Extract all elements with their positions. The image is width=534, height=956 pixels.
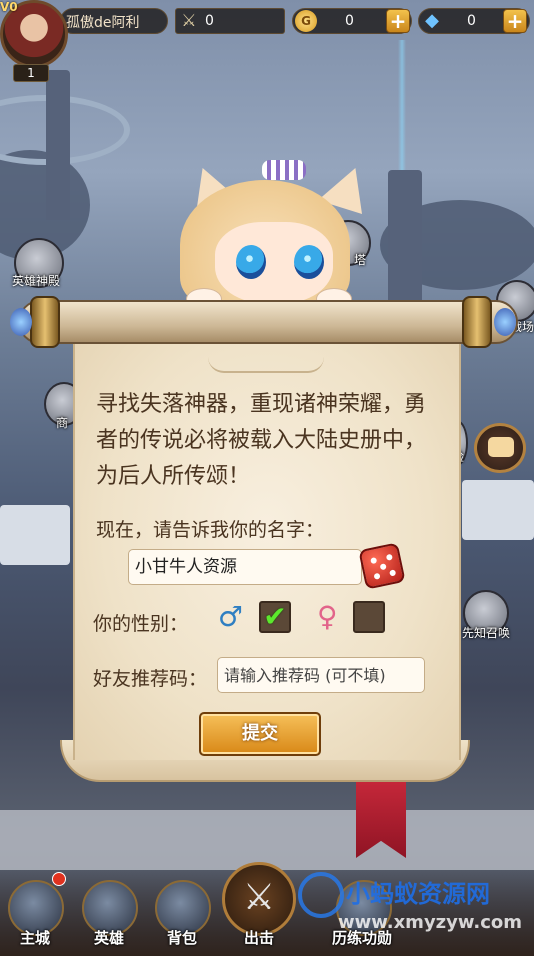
gem-value: 0 (467, 13, 476, 29)
chat-bubble-icon (488, 437, 514, 457)
male-checkbox[interactable]: ✔ (259, 601, 291, 633)
scroll-ornament (208, 357, 324, 373)
add-gems-button[interactable]: + (503, 9, 527, 33)
player-name: 孤傲de阿利 (66, 15, 140, 31)
vip-badge: V0 (0, 0, 18, 14)
scroll-rod-cap-right (462, 296, 492, 348)
hero-temple-label: 英雄神殿 (12, 274, 61, 288)
scroll-top-rod (18, 300, 518, 344)
mascot-left-eye (236, 245, 266, 279)
top-hud: 孤傲de阿利 ⚔ 0 G 0 + ◆ 0 + (0, 0, 534, 44)
tower-label: 塔 (354, 253, 367, 267)
crossed-swords-icon: ⚔ (181, 11, 197, 31)
scroll-rod-gem-left (10, 308, 32, 336)
female-icon: ♀ (317, 600, 338, 633)
mascot-bow (262, 160, 306, 180)
scroll-rod-gem-right (494, 308, 516, 336)
referral-code-input[interactable] (217, 657, 425, 693)
watermark-url: www.xmyzyw.com (338, 912, 522, 933)
random-name-dice-icon[interactable] (358, 542, 406, 590)
gender-label: 你的性别： (93, 613, 189, 635)
watermark: 小蚂蚁资源网 www.xmyzyw.com (298, 868, 534, 938)
bg-roof (462, 480, 534, 540)
referral-label: 好友推荐码： (93, 668, 208, 690)
attack-button[interactable]: ⚔ (222, 862, 296, 936)
watermark-title: 小蚂蚁资源网 (346, 880, 490, 908)
attack-label: 出击 (244, 929, 275, 947)
backpack-label: 背包 (167, 929, 198, 947)
power-value: 0 (205, 13, 214, 29)
add-gold-button[interactable]: + (386, 9, 410, 33)
female-checkbox[interactable] (353, 601, 385, 633)
diamond-icon: ◆ (425, 10, 439, 31)
player-level: 1 (13, 64, 49, 82)
shop-label: 商 (56, 416, 69, 430)
story-text: 寻找失落神器，重现诸神荣耀，勇者的传说必将被载入大陆史册中，为后人所传颂！ (96, 392, 427, 489)
bg-tower (46, 70, 70, 220)
main-city-label: 主城 (20, 929, 51, 947)
prophet-summon-label: 先知召唤 (462, 626, 511, 640)
mascot-right-eye (294, 245, 324, 279)
game-screen: 孤傲de阿利 ⚔ 0 G 0 + ◆ 0 + V0 1 英雄神殿 塔 商 殿战场… (0, 0, 534, 956)
heroes-label: 英雄 (94, 929, 125, 947)
notification-dot (52, 872, 66, 886)
submit-button[interactable]: 提交 (199, 712, 321, 756)
name-prompt: 现在，请告诉我你的名字： (96, 519, 325, 541)
gold-value: 0 (345, 13, 354, 29)
bg-castle-wall (0, 810, 534, 870)
scroll-rod-cap-left (30, 296, 60, 348)
gold-coin-icon: G (295, 10, 317, 32)
male-icon: ♂ (218, 600, 244, 633)
bg-roof (0, 505, 70, 565)
name-input[interactable]: 小甘牛人资源 (128, 549, 362, 585)
checkmark-icon: ✔ (263, 600, 287, 633)
